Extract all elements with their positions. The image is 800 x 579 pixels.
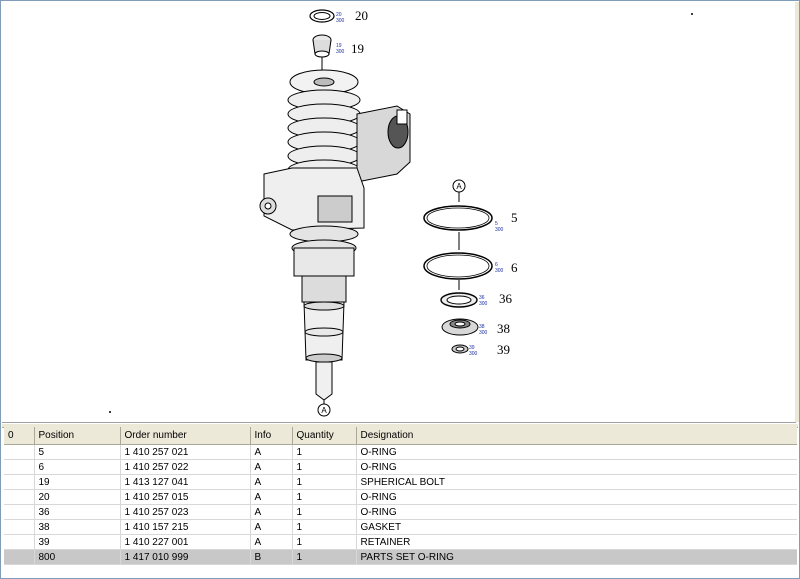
cell-info: A bbox=[250, 519, 293, 535]
cell-info: B bbox=[250, 549, 293, 565]
svg-text:38: 38 bbox=[497, 321, 510, 336]
marker-a-bottom: A bbox=[317, 403, 331, 417]
svg-text:300: 300 bbox=[495, 227, 504, 233]
cell-position: 38 bbox=[34, 519, 121, 535]
column-header-quantity[interactable]: Quantity bbox=[292, 427, 357, 445]
column-header-position[interactable]: Position bbox=[34, 427, 121, 445]
stray-dot bbox=[109, 411, 111, 413]
column-header-status[interactable]: 0 bbox=[4, 427, 35, 445]
column-header-order-number[interactable]: Order number bbox=[120, 427, 251, 445]
cell-order-number: 1 413 127 041 bbox=[120, 474, 251, 490]
cell-quantity: 1 bbox=[292, 504, 357, 520]
cell-info: A bbox=[250, 444, 293, 460]
injector-assembly[interactable] bbox=[259, 69, 411, 404]
callout-19[interactable]: 19 300 19 bbox=[336, 41, 364, 56]
stray-dot bbox=[691, 13, 693, 15]
injector-drawing-svg: A A 20 300 20 19 300 19 5 300 5 6 300 6 … bbox=[109, 8, 693, 417]
table-row[interactable]: 20 1 410 257 015 A 1 O-RING bbox=[4, 489, 797, 505]
cell-position: 800 bbox=[34, 549, 121, 565]
cell-position: 5 bbox=[34, 444, 121, 460]
svg-text:300: 300 bbox=[479, 301, 488, 307]
table-row[interactable]: 6 1 410 257 022 A 1 O-RING bbox=[4, 459, 797, 475]
svg-text:36: 36 bbox=[499, 291, 513, 306]
exploded-view-drawing[interactable]: A A 20 300 20 19 300 19 5 300 5 6 300 6 … bbox=[2, 2, 796, 423]
callout-20[interactable]: 20 300 20 bbox=[336, 8, 368, 24]
cell-designation: O-RING bbox=[356, 504, 797, 520]
cell-designation: O-RING bbox=[356, 459, 797, 475]
part-6-o-ring[interactable] bbox=[423, 252, 493, 280]
table-row[interactable]: 19 1 413 127 041 A 1 SPHERICAL BOLT bbox=[4, 474, 797, 490]
cell-quantity: 1 bbox=[292, 519, 357, 535]
svg-text:A: A bbox=[321, 406, 327, 415]
cell-order-number: 1 410 257 015 bbox=[120, 489, 251, 505]
part-38-gasket[interactable] bbox=[441, 318, 479, 336]
cell-order-number: 1 410 257 022 bbox=[120, 459, 251, 475]
table-header-row: 0 Position Order number Info Quantity De… bbox=[4, 427, 797, 445]
cell-position: 39 bbox=[34, 534, 121, 550]
svg-text:19: 19 bbox=[351, 41, 364, 56]
table-row[interactable]: 36 1 410 257 023 A 1 O-RING bbox=[4, 504, 797, 520]
cell-quantity: 1 bbox=[292, 549, 357, 565]
cell-info: A bbox=[250, 504, 293, 520]
parts-list-table[interactable]: 0 Position Order number Info Quantity De… bbox=[4, 427, 797, 577]
cell-quantity: 1 bbox=[292, 459, 357, 475]
part-5-o-ring[interactable] bbox=[423, 205, 493, 231]
svg-text:300: 300 bbox=[336, 18, 345, 24]
cell-info: A bbox=[250, 534, 293, 550]
part-39-retainer[interactable] bbox=[451, 344, 469, 354]
cell-designation: GASKET bbox=[356, 519, 797, 535]
marker-a-right: A bbox=[452, 179, 466, 202]
svg-text:300: 300 bbox=[495, 268, 504, 274]
callout-36[interactable]: 36 300 36 bbox=[479, 291, 513, 307]
callout-5[interactable]: 5 300 5 bbox=[495, 210, 518, 233]
parts-viewer-window: A A 20 300 20 19 300 19 5 300 5 6 300 6 … bbox=[0, 0, 800, 579]
callout-6[interactable]: 6 300 6 bbox=[495, 260, 518, 275]
cell-order-number: 1 410 257 021 bbox=[120, 444, 251, 460]
svg-text:39: 39 bbox=[497, 342, 510, 357]
cell-position: 6 bbox=[34, 459, 121, 475]
cell-designation: RETAINER bbox=[356, 534, 797, 550]
callout-39[interactable]: 39 300 39 bbox=[469, 342, 510, 357]
cell-designation: O-RING bbox=[356, 489, 797, 505]
part-19-spherical-bolt[interactable] bbox=[312, 34, 332, 70]
table-row[interactable]: 38 1 410 157 215 A 1 GASKET bbox=[4, 519, 797, 535]
cell-order-number: 1 410 157 215 bbox=[120, 519, 251, 535]
cell-designation: PARTS SET O-RING bbox=[356, 549, 797, 565]
cell-order-number: 1 417 010 999 bbox=[120, 549, 251, 565]
column-header-designation[interactable]: Designation bbox=[356, 427, 797, 445]
svg-text:A: A bbox=[456, 182, 462, 191]
table-row-selected[interactable]: 800 1 417 010 999 B 1 PARTS SET O-RING bbox=[4, 549, 797, 565]
cell-info: A bbox=[250, 474, 293, 490]
cell-quantity: 1 bbox=[292, 474, 357, 490]
column-header-info[interactable]: Info bbox=[250, 427, 293, 445]
callout-38[interactable]: 38 300 38 bbox=[479, 321, 510, 336]
cell-designation: O-RING bbox=[356, 444, 797, 460]
cell-order-number: 1 410 227 001 bbox=[120, 534, 251, 550]
part-20-o-ring[interactable] bbox=[309, 9, 335, 23]
cell-quantity: 1 bbox=[292, 534, 357, 550]
svg-text:5: 5 bbox=[511, 210, 518, 225]
svg-text:300: 300 bbox=[336, 49, 345, 55]
cell-position: 19 bbox=[34, 474, 121, 490]
cell-position: 36 bbox=[34, 504, 121, 520]
cell-quantity: 1 bbox=[292, 444, 357, 460]
cell-info: A bbox=[250, 459, 293, 475]
table-row[interactable]: 39 1 410 227 001 A 1 RETAINER bbox=[4, 534, 797, 550]
drawing-scrollbar[interactable] bbox=[795, 2, 799, 422]
svg-text:300: 300 bbox=[479, 330, 488, 336]
table-row[interactable]: 5 1 410 257 021 A 1 O-RING bbox=[4, 444, 797, 460]
part-36-o-ring[interactable] bbox=[440, 292, 478, 308]
cell-designation: SPHERICAL BOLT bbox=[356, 474, 797, 490]
cell-order-number: 1 410 257 023 bbox=[120, 504, 251, 520]
parts-table: 0 Position Order number Info Quantity De… bbox=[4, 427, 797, 565]
cell-position: 20 bbox=[34, 489, 121, 505]
cell-info: A bbox=[250, 489, 293, 505]
cell-quantity: 1 bbox=[292, 489, 357, 505]
svg-text:6: 6 bbox=[511, 260, 518, 275]
svg-text:20: 20 bbox=[355, 8, 368, 23]
svg-text:300: 300 bbox=[469, 351, 478, 357]
